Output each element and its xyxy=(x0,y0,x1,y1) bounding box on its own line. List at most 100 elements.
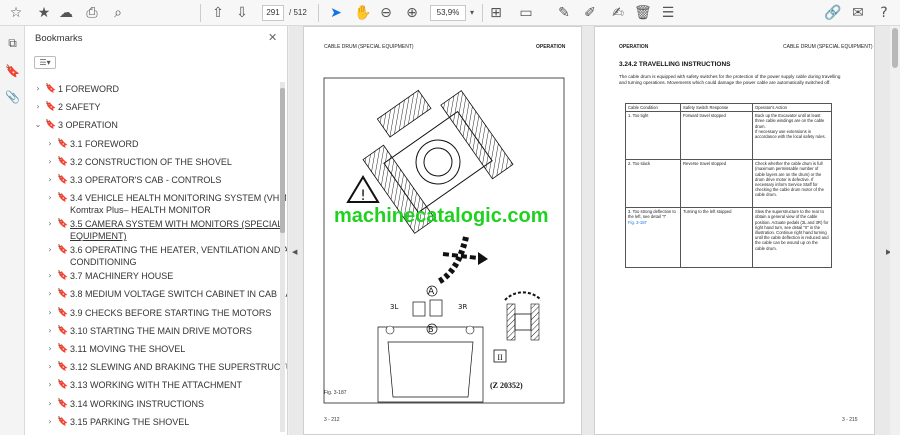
bookmark-icon: 🔖 xyxy=(57,175,69,185)
bookmark-icon: 🔖 xyxy=(57,344,69,354)
chevron-down-icon[interactable]: ⌄ xyxy=(33,119,43,131)
page-count: / 512 xyxy=(289,8,307,17)
document-scrollbar[interactable] xyxy=(890,26,900,435)
highlight-icon[interactable]: ✐ xyxy=(582,5,598,21)
chevron-right-icon[interactable]: › xyxy=(33,83,43,95)
bookmark-icon: 🔖 xyxy=(45,120,57,131)
help-icon[interactable]: ? xyxy=(876,5,892,21)
bookmark-label[interactable]: 3.13 WORKING WITH THE ATTACHMENT xyxy=(70,379,242,391)
chevron-right-icon[interactable]: › xyxy=(45,218,55,230)
bookmark-label-line2[interactable]: EQUIPMENT) xyxy=(70,230,127,242)
bookmark-label[interactable]: 3.10 STARTING THE MAIN DRIVE MOTORS xyxy=(70,325,252,337)
warning-triangle-icon: ! xyxy=(346,175,380,204)
cable-condition-table: Cable Condition Safety Switch Response O… xyxy=(625,102,832,269)
scrollbar-thumb[interactable] xyxy=(892,28,898,68)
section-title: 3.24.2 TRAVELLING INSTRUCTIONS xyxy=(619,61,731,68)
chevron-right-icon[interactable]: › xyxy=(45,244,55,256)
figure-caption: Fig. 3-187 xyxy=(324,390,347,396)
bookmark-label[interactable]: 1 FOREWORD xyxy=(58,83,119,95)
chevron-right-icon[interactable]: › xyxy=(45,343,55,355)
chevron-right-icon[interactable]: › xyxy=(45,416,55,428)
scrollbar-thumb[interactable] xyxy=(280,88,285,233)
bookmark-icon: 🔖 xyxy=(57,307,69,318)
bookmarks-icon[interactable]: 🔖 xyxy=(5,64,20,79)
pedal-label-3l: 3L xyxy=(390,303,398,311)
zoom-level-input[interactable]: 53,9% xyxy=(430,5,466,21)
bookmark-label[interactable]: 3.7 MACHINERY HOUSE xyxy=(70,270,173,282)
bookmark-label[interactable]: 3.9 CHECKS BEFORE STARTING THE MOTORS xyxy=(70,307,271,319)
chevron-right-icon[interactable]: › xyxy=(45,307,55,319)
print-icon[interactable]: ⎙ xyxy=(84,5,100,21)
attachments-icon[interactable]: 📎 xyxy=(5,90,20,105)
chevron-right-icon[interactable]: › xyxy=(45,270,55,282)
mail-icon[interactable]: ✉ xyxy=(850,5,866,21)
delete-icon[interactable]: 🗑 xyxy=(634,5,652,21)
diagram-code: (Z 20352) xyxy=(490,381,523,390)
link-icon[interactable]: 🔗 xyxy=(824,5,841,21)
table-cell: Check whether the cable drum is full (ma… xyxy=(752,159,832,209)
svg-text:!: ! xyxy=(360,188,366,204)
draw-icon[interactable]: ✍ xyxy=(610,5,626,21)
bookmark-label[interactable]: 3.4 VEHICLE HEALTH MONITORING SYSTEM (VH… xyxy=(70,192,287,204)
bookmark-label[interactable]: 3.12 SLEWING AND BRAKING THE SUPERSTRUCT… xyxy=(70,361,287,373)
bookmark-label[interactable]: 3.14 WORKING INSTRUCTIONS xyxy=(70,398,204,410)
svg-text:II: II xyxy=(497,353,503,362)
panel-scrollbar[interactable] xyxy=(280,82,285,432)
bookmark-label[interactable]: 3.1 FOREWORD xyxy=(70,138,139,150)
select-cursor-icon[interactable]: ➤ xyxy=(328,5,344,21)
bookmark-label[interactable]: 3.5 CAMERA SYSTEM WITH MONITORS (SPECIAL xyxy=(70,218,282,230)
table-cell: Turning to the left stopped xyxy=(680,207,753,269)
chevron-right-icon[interactable]: › xyxy=(45,398,55,410)
cloud-upload-icon[interactable]: ☁ xyxy=(58,5,74,21)
watermark-text: machinecatalogic.com xyxy=(334,205,549,227)
star-icon[interactable]: ★ xyxy=(36,5,52,21)
table-header: Operator's Action xyxy=(752,102,832,113)
bookmark-label[interactable]: 2 SAFETY xyxy=(58,101,101,113)
chevron-right-icon[interactable]: › xyxy=(45,361,55,373)
intro-paragraph: The cable drum is equipped with safety s… xyxy=(619,74,841,85)
more-tools-icon[interactable]: ☰ xyxy=(660,5,676,21)
bookmark-label[interactable]: 3.11 MOVING THE SHOVEL xyxy=(70,343,185,355)
chevron-right-icon[interactable]: › xyxy=(45,156,55,168)
bookmark-label[interactable]: 3.15 PARKING THE SHOVEL xyxy=(70,416,189,428)
chevron-right-icon[interactable]: › xyxy=(33,101,43,113)
page-down-icon[interactable]: ⇩ xyxy=(234,5,250,21)
figure-link[interactable]: Fig. 3-187 xyxy=(628,220,647,225)
search-icon[interactable]: ⌕ xyxy=(110,5,126,21)
chevron-right-icon[interactable]: › xyxy=(45,192,55,204)
bookmark-add-icon[interactable]: ☆ xyxy=(8,5,24,21)
chevron-right-icon[interactable]: › xyxy=(45,138,55,150)
note-icon[interactable]: ✎ xyxy=(556,5,572,21)
bookmark-label[interactable]: 3.8 MEDIUM VOLTAGE SWITCH CABINET IN CAB… xyxy=(70,288,287,300)
navigation-rail: ⧉ 🔖 📎 xyxy=(0,26,25,435)
bookmark-label[interactable]: 3.2 CONSTRUCTION OF THE SHOVEL xyxy=(70,156,232,168)
close-icon[interactable]: ✕ xyxy=(268,31,277,44)
hand-tool-icon[interactable]: ✋ xyxy=(354,5,371,21)
bookmark-label[interactable]: 3.6 OPERATING THE HEATER, VENTILATION AN… xyxy=(70,244,287,256)
comment-icon[interactable]: ▭ xyxy=(518,5,534,21)
bookmark-icon: 🔖 xyxy=(57,193,69,204)
bookmark-label[interactable]: 3.3 OPERATOR'S CAB - CONTROLS xyxy=(70,174,221,186)
table-cell: 1. Too tight xyxy=(625,111,681,161)
bookmark-icon: 🔖 xyxy=(57,325,69,336)
bookmark-label-line2[interactable]: CONDITIONING xyxy=(70,256,137,268)
bookmark-label[interactable]: 3 OPERATION xyxy=(58,119,118,131)
page-thumbnails-icon[interactable]: ⧉ xyxy=(5,36,20,51)
chevron-right-icon[interactable]: › xyxy=(45,379,55,391)
bookmark-label-line2[interactable]: Komtrax Plus– HEALTH MONITOR xyxy=(70,204,211,216)
fit-page-icon[interactable]: ⊞ xyxy=(488,5,504,21)
page-number-input[interactable]: 291 xyxy=(262,5,284,21)
zoom-dropdown-icon[interactable]: ▾ xyxy=(470,5,474,21)
chevron-right-icon[interactable]: › xyxy=(45,325,55,337)
chevron-right-icon[interactable]: › xyxy=(45,174,55,186)
page-number-right: 3 - 215 xyxy=(842,417,858,423)
page-header-right: CABLE DRUM (SPECIAL EQUIPMENT) xyxy=(783,44,873,50)
collapse-panel-icon[interactable]: ◀ xyxy=(292,248,297,256)
bookmark-options-button[interactable]: ☰▾ xyxy=(34,56,56,69)
zoom-out-icon[interactable]: ⊖ xyxy=(378,5,394,21)
table-cell: Slew the superstructure to the rear to o… xyxy=(752,207,832,269)
pedal-label-3r: 3R xyxy=(458,303,467,311)
zoom-in-icon[interactable]: ⊕ xyxy=(404,5,420,21)
chevron-right-icon[interactable]: › xyxy=(45,288,55,300)
page-up-icon[interactable]: ⇧ xyxy=(210,5,226,21)
